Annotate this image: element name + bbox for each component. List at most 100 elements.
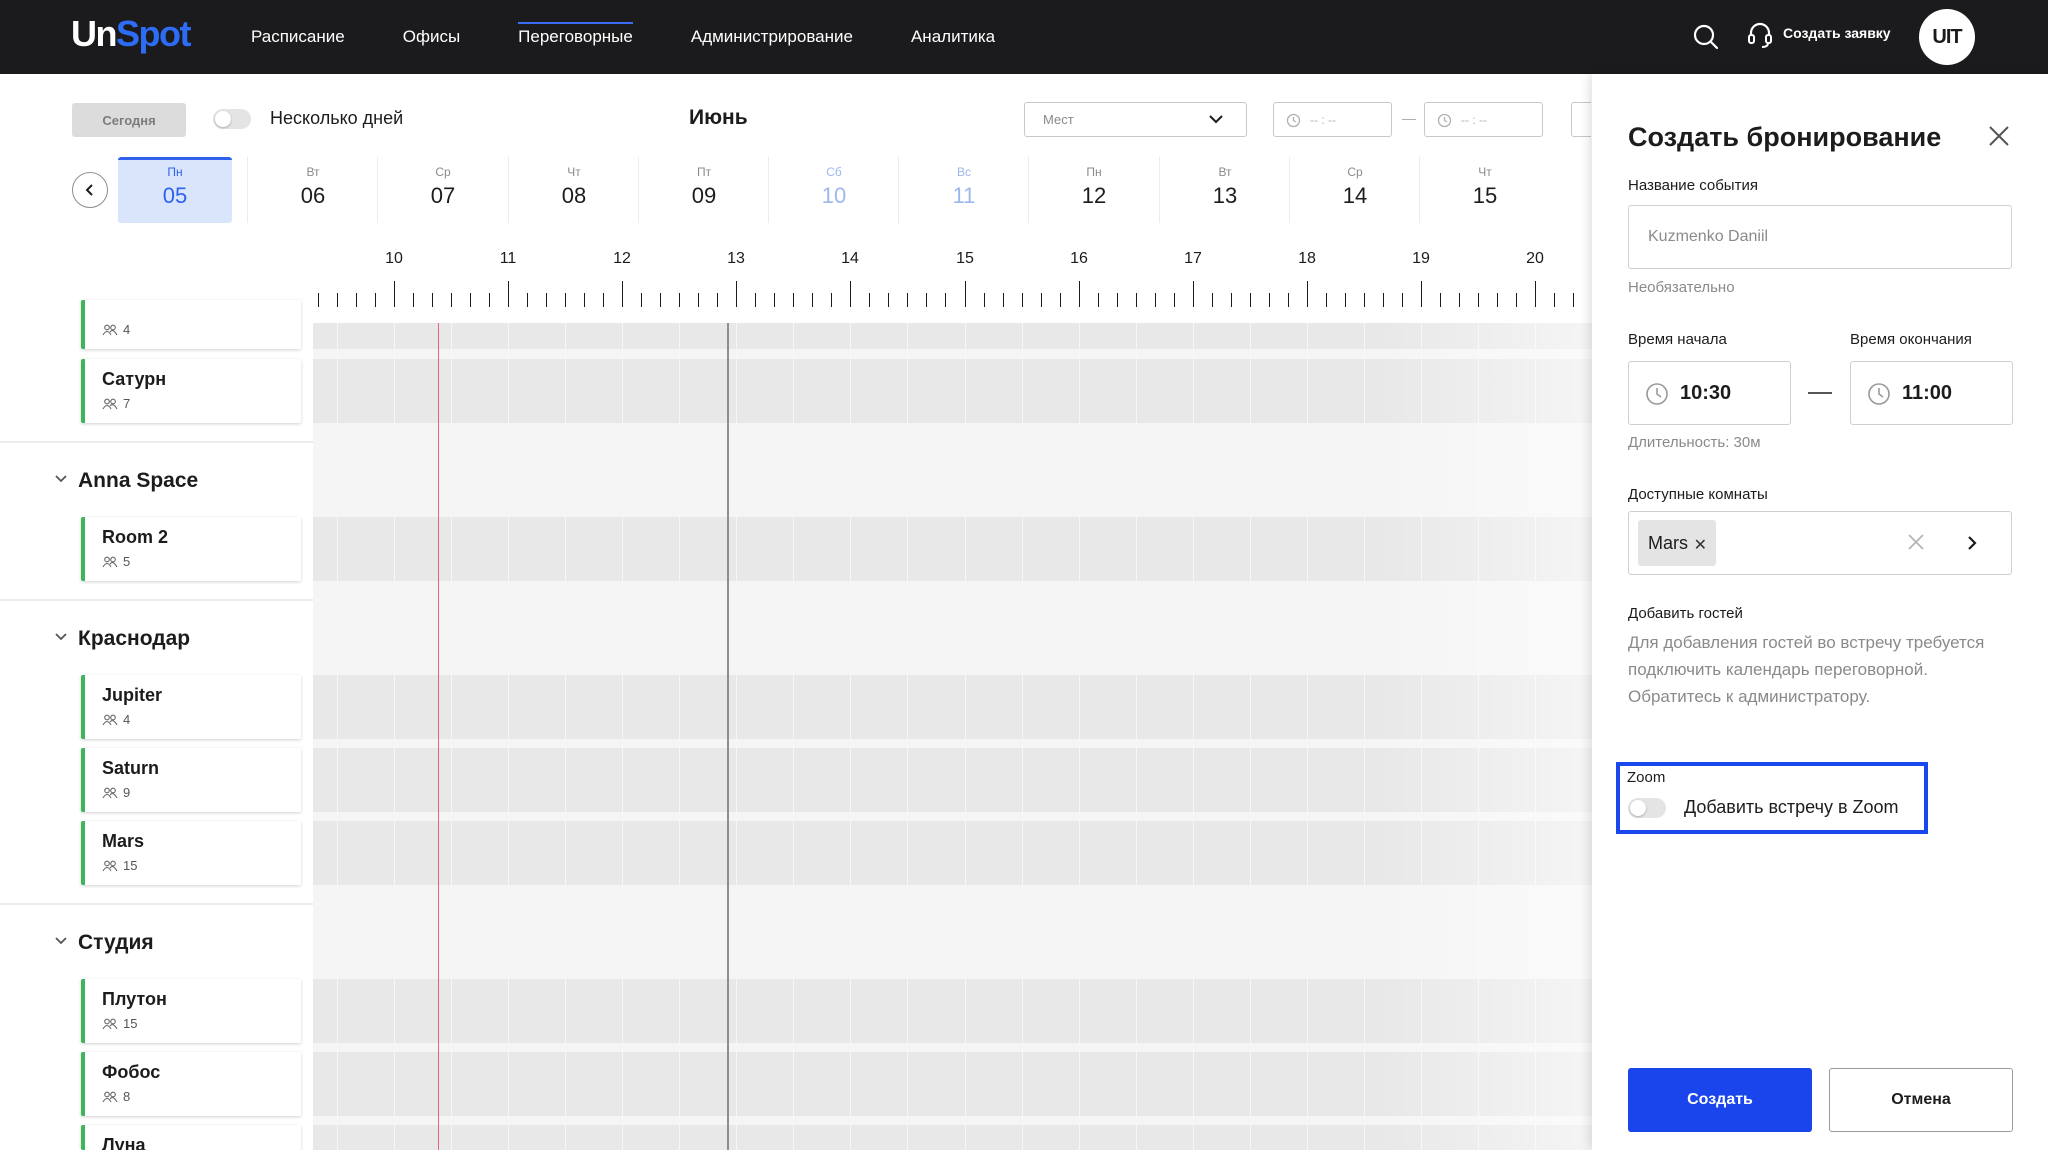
- nav-analytics[interactable]: Аналитика: [911, 0, 995, 74]
- nav-administration[interactable]: Администрирование: [691, 0, 853, 74]
- day-number: 15: [1472, 183, 1498, 208]
- day-cell[interactable]: Пн 05: [118, 157, 232, 223]
- month-title: Июнь: [689, 106, 748, 129]
- day-cell[interactable]: Ср 14: [1290, 157, 1420, 223]
- grid-vline: [679, 323, 680, 1150]
- clear-selection-icon[interactable]: [1906, 532, 1926, 552]
- grid-vline: [394, 323, 395, 1150]
- room-card-partial[interactable]: 4: [81, 300, 301, 349]
- zoom-toggle[interactable]: [1628, 798, 1666, 818]
- minor-tick: [1022, 293, 1023, 307]
- day-separator: [768, 157, 769, 223]
- room-card-jupiter[interactable]: Jupiter 4: [81, 675, 301, 739]
- today-button[interactable]: Сегодня: [72, 103, 186, 137]
- people-icon: [102, 787, 118, 798]
- prev-week-button[interactable]: [72, 172, 108, 208]
- day-of-week: Вт: [306, 165, 320, 179]
- minor-tick: [1212, 293, 1213, 307]
- create-request-link[interactable]: Создать заявку: [1783, 25, 1891, 41]
- avatar[interactable]: UIT: [1919, 9, 1975, 65]
- available-rooms-label: Доступные комнаты: [1628, 486, 1768, 503]
- day-cell[interactable]: Сб 10: [769, 157, 899, 223]
- grid-vline: [736, 323, 737, 1150]
- minor-tick: [1554, 293, 1555, 307]
- day-cell[interactable]: Вт 13: [1160, 157, 1290, 223]
- remove-chip-icon[interactable]: ✕: [1694, 535, 1707, 555]
- minor-tick: [641, 293, 642, 307]
- grid-vline: [1307, 323, 1308, 1150]
- room-card-luna[interactable]: Луна: [81, 1125, 301, 1150]
- day-cell[interactable]: Пн 12: [1029, 157, 1159, 223]
- unspot-logo[interactable]: UnSpot: [71, 12, 191, 56]
- end-time-input[interactable]: 11:00: [1850, 361, 2013, 425]
- day-cell[interactable]: Чт 08: [509, 157, 639, 223]
- room-chip-mars: Mars ✕: [1638, 520, 1716, 566]
- room-chip-label: Mars: [1648, 532, 1688, 553]
- day-separator: [638, 157, 639, 223]
- group-title-krasnodar[interactable]: Краснодар: [78, 627, 190, 651]
- hidden-filter-control[interactable]: [1571, 102, 1591, 137]
- event-name-input[interactable]: Kuzmenko Daniil: [1628, 205, 2012, 269]
- room-card-saturn-ru[interactable]: Сатурн 7: [81, 359, 301, 423]
- hour-label: 18: [1298, 250, 1316, 267]
- zoom-label: Zoom: [1627, 769, 1666, 786]
- grid-vline: [337, 323, 338, 1150]
- minor-tick: [603, 293, 604, 307]
- multi-days-toggle[interactable]: [213, 109, 251, 129]
- create-button[interactable]: Создать: [1628, 1068, 1812, 1132]
- group-title-anna-space[interactable]: Anna Space: [78, 469, 198, 493]
- nav-schedule[interactable]: Расписание: [251, 0, 345, 74]
- room-capacity: 15: [102, 858, 137, 873]
- hour-tick: [1307, 281, 1308, 307]
- room-card-phobos[interactable]: Фобос 8: [81, 1052, 301, 1116]
- day-of-week: Пн: [1086, 165, 1102, 179]
- room-card-saturn[interactable]: Saturn 9: [81, 748, 301, 812]
- cursor-time-line: [727, 323, 729, 1150]
- cancel-button[interactable]: Отмена: [1829, 1068, 2013, 1132]
- start-time-label: Время начала: [1628, 331, 1727, 348]
- nav-meeting-rooms[interactable]: Переговорные: [518, 0, 633, 74]
- day-separator: [1159, 157, 1160, 223]
- minor-tick: [470, 293, 471, 307]
- chevron-down-icon[interactable]: [54, 630, 68, 644]
- day-cell[interactable]: Пт 09: [639, 157, 769, 223]
- grid-overlay: [1380, 323, 1592, 1150]
- time-from-input[interactable]: -- : --: [1273, 102, 1392, 137]
- available-rooms-select[interactable]: Mars ✕: [1628, 511, 2012, 575]
- group-title-studio[interactable]: Студия: [78, 931, 154, 955]
- minor-tick: [1364, 293, 1365, 307]
- day-separator: [1028, 157, 1029, 223]
- day-of-week: Пн: [167, 165, 183, 179]
- chevron-right-icon[interactable]: [1965, 534, 1979, 552]
- minor-tick: [1003, 293, 1004, 307]
- minor-tick: [888, 293, 889, 307]
- people-icon: [102, 860, 118, 871]
- minor-tick: [717, 293, 718, 307]
- chevron-down-icon[interactable]: [54, 472, 68, 486]
- minor-tick: [1155, 293, 1156, 307]
- minor-tick: [907, 293, 908, 307]
- search-icon[interactable]: [1691, 22, 1721, 52]
- day-cell[interactable]: Чт 15: [1420, 157, 1550, 223]
- minor-tick: [413, 293, 414, 307]
- room-name: Jupiter: [102, 685, 163, 705]
- hour-tick: [508, 281, 509, 307]
- minor-tick: [1250, 293, 1251, 307]
- hour-label: 11: [499, 250, 517, 267]
- start-time-input[interactable]: 10:30: [1628, 361, 1791, 425]
- day-number: 09: [691, 183, 717, 208]
- room-name: Saturn: [102, 758, 160, 778]
- day-cell[interactable]: Ср 07: [378, 157, 508, 223]
- chevron-down-icon[interactable]: [54, 934, 68, 948]
- time-to-input[interactable]: -- : --: [1424, 102, 1543, 137]
- close-icon[interactable]: [1987, 124, 2011, 148]
- places-select[interactable]: Мест: [1024, 102, 1247, 137]
- room-card-room2[interactable]: Room 2 5: [81, 517, 301, 581]
- room-card-pluto[interactable]: Плутон 15: [81, 979, 301, 1043]
- room-card-mars[interactable]: Mars 15: [81, 821, 301, 885]
- nav-offices[interactable]: Офисы: [403, 0, 460, 74]
- room-capacity: 15: [102, 1016, 137, 1031]
- day-cell[interactable]: Вс 11: [899, 157, 1029, 223]
- headset-icon[interactable]: [1746, 20, 1774, 50]
- day-cell[interactable]: Вт 06: [248, 157, 378, 223]
